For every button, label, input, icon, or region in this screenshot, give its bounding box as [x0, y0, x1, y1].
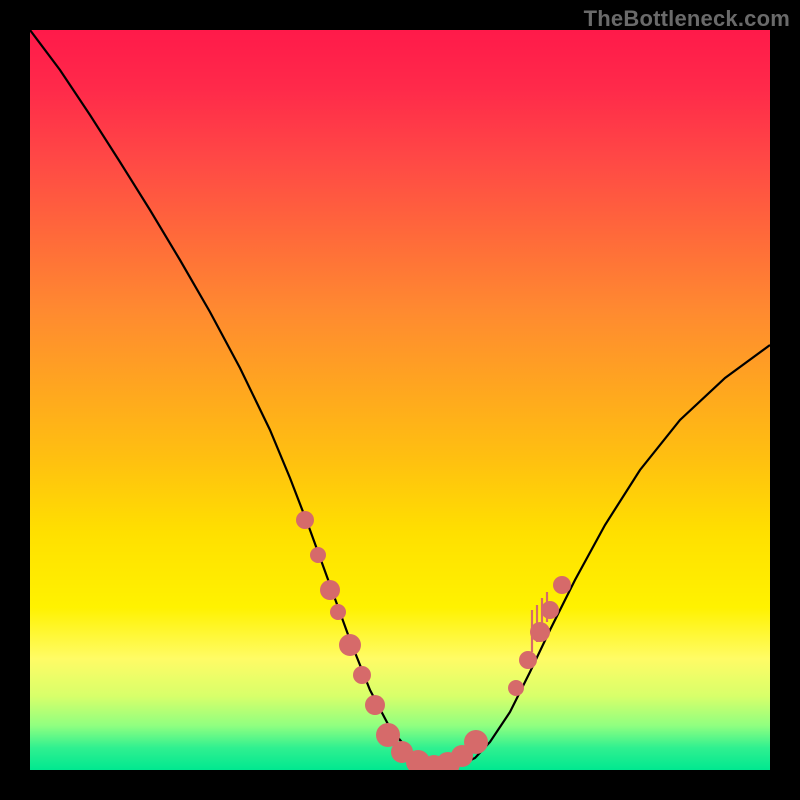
marker-dot: [296, 511, 314, 529]
markers-group: [296, 511, 571, 770]
plot-area: [30, 30, 770, 770]
marker-dot: [365, 695, 385, 715]
marker-dot: [339, 634, 361, 656]
chart-frame: TheBottleneck.com: [0, 0, 800, 800]
curve-line: [30, 30, 770, 767]
marker-dot: [310, 547, 326, 563]
marker-dot: [330, 604, 346, 620]
marker-dot: [553, 576, 571, 594]
marker-dot: [464, 730, 488, 754]
marker-dot: [541, 601, 559, 619]
marker-dot: [353, 666, 371, 684]
marker-dot: [519, 651, 537, 669]
watermark-text: TheBottleneck.com: [584, 6, 790, 32]
marker-dot: [320, 580, 340, 600]
chart-svg: [30, 30, 770, 770]
marker-dot: [530, 622, 550, 642]
marker-dot: [508, 680, 524, 696]
